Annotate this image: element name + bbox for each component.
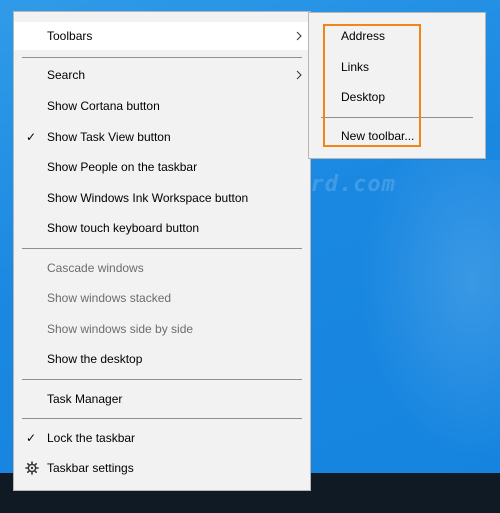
menu-separator (22, 57, 302, 58)
menu-item-show-windows-side-by-side: Show windows side by side (14, 315, 310, 343)
menu-item-label: Show windows side by side (47, 322, 194, 336)
desktop-background (360, 160, 500, 460)
taskbar-context-menu: Toolbars Search Show Cortana button ✓ Sh… (13, 11, 311, 491)
menu-item-label: Lock the taskbar (47, 431, 136, 445)
menu-item-label: Show Task View button (47, 130, 171, 144)
menu-item-search[interactable]: Search (14, 61, 310, 89)
gear-icon (25, 461, 39, 475)
menu-separator (22, 379, 302, 380)
menu-item-label: Show the desktop (47, 352, 143, 366)
menu-item-label: Show Windows Ink Workspace button (47, 191, 249, 205)
menu-item-show-ink-workspace[interactable]: Show Windows Ink Workspace button (14, 184, 310, 212)
menu-item-show-windows-stacked: Show windows stacked (14, 284, 310, 312)
menu-item-label: Task Manager (47, 392, 123, 406)
menu-item-show-cortana-button[interactable]: Show Cortana button (14, 92, 310, 120)
menu-item-label: Taskbar settings (47, 461, 134, 475)
menu-item-label: Search (47, 68, 86, 82)
chevron-right-icon (296, 31, 302, 41)
menu-item-taskbar-settings[interactable]: Taskbar settings (14, 454, 310, 482)
chevron-right-icon (296, 70, 302, 80)
menu-item-label: Show People on the taskbar (47, 160, 198, 174)
menu-item-toolbars[interactable]: Toolbars (14, 22, 310, 50)
menu-item-show-desktop[interactable]: Show the desktop (14, 345, 310, 373)
menu-item-label: Show Cortana button (47, 99, 160, 113)
menu-item-show-task-view-button[interactable]: ✓ Show Task View button (14, 123, 310, 151)
checkmark-icon: ✓ (26, 130, 37, 144)
menu-item-label: Toolbars (47, 29, 93, 43)
menu-separator (22, 248, 302, 249)
highlight-box (323, 24, 421, 147)
menu-item-show-people[interactable]: Show People on the taskbar (14, 153, 310, 181)
menu-item-cascade-windows: Cascade windows (14, 254, 310, 282)
menu-separator (22, 418, 302, 419)
menu-item-lock-taskbar[interactable]: ✓ Lock the taskbar (14, 424, 310, 452)
menu-item-task-manager[interactable]: Task Manager (14, 385, 310, 413)
menu-item-show-touch-keyboard[interactable]: Show touch keyboard button (14, 214, 310, 242)
checkmark-icon: ✓ (26, 431, 37, 445)
menu-item-label: Cascade windows (47, 261, 144, 275)
menu-item-label: Show touch keyboard button (47, 221, 200, 235)
menu-item-label: Show windows stacked (47, 291, 172, 305)
